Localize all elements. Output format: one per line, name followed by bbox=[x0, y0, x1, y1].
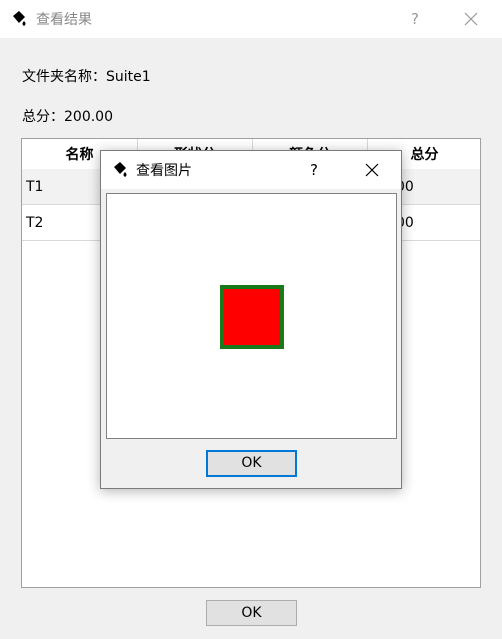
dialog-help-button[interactable]: ? bbox=[303, 151, 325, 189]
main-window-title: 查看结果 bbox=[36, 12, 92, 28]
help-button[interactable]: ? bbox=[404, 0, 426, 38]
dialog-ok-button[interactable]: OK bbox=[206, 450, 297, 477]
ok-button[interactable]: OK bbox=[206, 600, 297, 626]
dialog-title: 查看图片 bbox=[136, 163, 192, 179]
close-icon[interactable] bbox=[456, 0, 486, 38]
total-score-label: 总分：200.00 bbox=[22, 109, 113, 125]
main-titlebar: 查看结果 ? bbox=[0, 0, 502, 38]
image-preview bbox=[106, 193, 397, 439]
red-square-shape bbox=[220, 285, 284, 349]
paint-bucket-icon bbox=[13, 11, 26, 26]
view-image-dialog: 查看图片 ? OK bbox=[100, 150, 402, 489]
paint-bucket-icon bbox=[114, 162, 127, 177]
folder-name-label: 文件夹名称：Suite1 bbox=[22, 69, 151, 85]
dialog-close-icon[interactable] bbox=[357, 151, 387, 189]
cell-total: 00 bbox=[396, 215, 414, 231]
cell-total: 00 bbox=[396, 179, 414, 195]
dialog-titlebar: 查看图片 ? bbox=[101, 151, 401, 189]
